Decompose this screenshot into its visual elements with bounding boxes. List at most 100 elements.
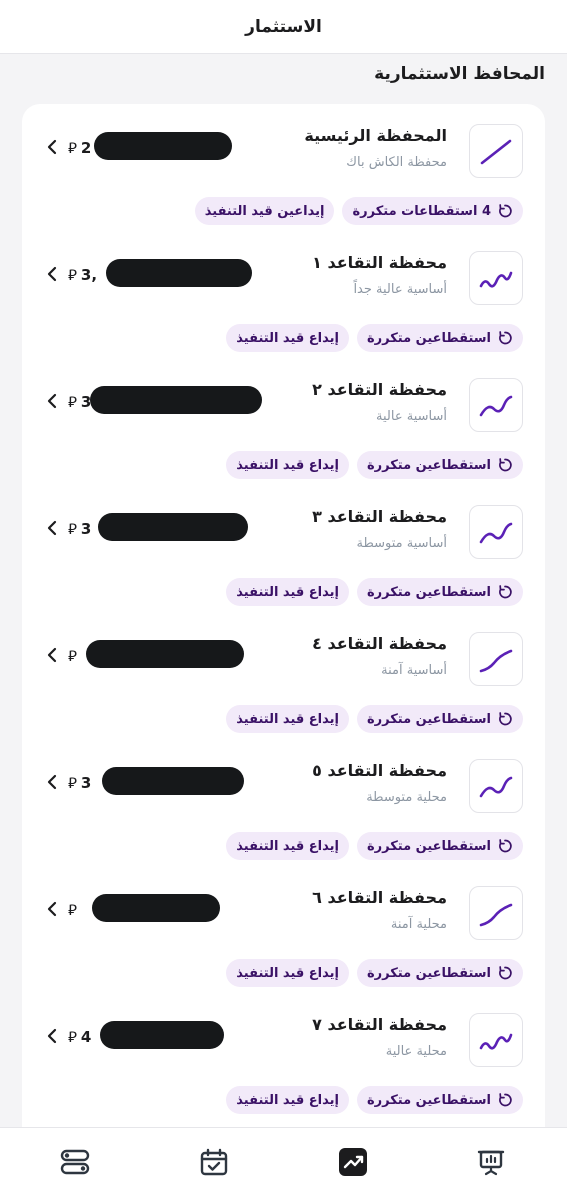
pending-deposit-chip[interactable]: إيداع قيد التنفيذ [226,959,349,987]
amount-prefix: 3 [80,520,92,538]
portfolio-subtitle: أساسية عالية جداً [353,282,447,297]
repeat-icon [499,331,512,345]
pending-deposit-label: إيداع قيد التنفيذ [236,330,339,346]
portfolio-thumbnail [469,378,523,432]
pending-deposit-chip[interactable]: إيداع قيد التنفيذ [226,451,349,479]
portfolio-amount: ⃁ 3, [68,266,97,285]
recurring-deductions-label: استقطاعين متكررة [366,1092,491,1108]
recurring-deductions-label: استقطاعين متكررة [366,457,491,473]
portfolio-thumbnail [469,632,523,686]
portfolio-thumbnail [469,251,523,305]
currency-symbol: ⃁ [68,647,77,665]
recurring-deductions-chip[interactable]: استقطاعين متكررة [356,451,523,479]
portfolio-subtitle: محلية عالية [385,1044,447,1059]
portfolio-row[interactable]: محفظة التقاعد ٢ أساسية عالية ⃁ 3 استقطاعين م… [22,358,545,485]
tab-investment[interactable] [336,1145,370,1179]
zigzag-chart-icon [479,1033,513,1050]
amount-prefix: 4 [80,1028,92,1046]
portfolio-thumbnail [469,886,523,940]
zigzag-chart-icon [479,271,513,288]
section-title: المحافظ الاستثمارية [374,64,545,84]
recurring-deductions-label: استقطاعين متكررة [366,711,491,727]
portfolio-row[interactable]: محفظة التقاعد ١ أساسية عالية جداً ⃁ 3, استقط… [22,231,545,358]
amount-prefix: 3, [80,266,98,284]
pending-deposit-label: إيداع قيد التنفيذ [236,1092,339,1108]
toggles-icon [60,1149,90,1175]
recurring-deductions-chip[interactable]: استقطاعين متكررة [356,578,523,606]
trending-chart-icon [339,1148,367,1176]
redacted-amount [98,513,248,541]
portfolio-subtitle: محلية متوسطة [366,790,447,805]
chevron-left-icon [47,266,57,282]
portfolio-amount: ⃁ [68,901,81,920]
pending-deposit-chip[interactable]: إيداع قيد التنفيذ [226,705,349,733]
currency-symbol: ⃁ [68,266,77,284]
portfolio-row[interactable]: محفظة التقاعد ٧ محلية عالية ⃁ 4 استقطاعين مت… [22,993,545,1120]
pending-deposit-label: إيداعين قيد التنفيذ [204,203,325,219]
tab-presentation[interactable] [474,1145,508,1179]
portfolio-amount: ⃁ 3 [68,393,91,412]
currency-symbol: ⃁ [68,139,77,157]
portfolio-subtitle: أساسية متوسطة [356,536,447,551]
pending-deposit-chip[interactable]: إيداع قيد التنفيذ [226,832,349,860]
straight-line-chart-icon [480,139,512,165]
portfolio-subtitle: محفظة الكاش باك [346,155,447,170]
portfolio-thumbnail [469,124,523,178]
pending-deposit-chip[interactable]: إيداع قيد التنفيذ [226,1086,349,1114]
portfolio-row[interactable]: محفظة التقاعد ٦ محلية آمنة ⃁ استقطاعين متكر… [22,866,545,993]
redacted-amount [92,894,220,922]
portfolio-row[interactable]: محفظة التقاعد ٤ أساسية آمنة ⃁ استقطاعين متك… [22,612,545,739]
currency-symbol: ⃁ [68,1028,77,1046]
portfolio-name: محفظة التقاعد ٧ [312,1015,447,1034]
portfolio-row[interactable]: محفظة التقاعد ٥ محلية متوسطة ⃁ 3 استقطاعين م… [22,739,545,866]
pending-deposit-chip[interactable]: إيداعين قيد التنفيذ [194,197,335,225]
portfolio-thumbnail [469,1013,523,1067]
portfolio-thumbnail [469,759,523,813]
portfolio-chips: 4 استقطاعات متكررة إيداعين قيد التنفيذ [194,197,523,225]
tab-settings[interactable] [58,1145,92,1179]
chevron-left-icon [47,393,57,409]
wave-chart-icon [479,395,513,417]
portfolio-subtitle: أساسية آمنة [381,663,447,678]
repeat-icon [499,712,512,726]
portfolios-card: المحفظة الرئيسية محفظة الكاش باك ⃁ 2 4 استقط… [22,104,545,1184]
tab-calendar[interactable] [197,1145,231,1179]
redacted-amount [86,640,244,668]
pending-deposit-chip[interactable]: إيداع قيد التنفيذ [226,324,349,352]
currency-symbol: ⃁ [68,520,77,538]
page-title: الاستثمار [245,16,322,37]
portfolio-subtitle: محلية آمنة [390,917,447,932]
portfolio-chips: استقطاعين متكررة إيداع قيد التنفيذ [226,1086,523,1114]
repeat-icon [499,458,512,472]
recurring-deductions-chip[interactable]: استقطاعين متكررة [356,705,523,733]
amount-prefix: 2 [80,139,92,157]
recurring-deductions-chip[interactable]: 4 استقطاعات متكررة [342,197,523,225]
recurring-deductions-chip[interactable]: استقطاعين متكررة [356,959,523,987]
pending-deposit-label: إيداع قيد التنفيذ [236,457,339,473]
portfolio-row[interactable]: محفظة التقاعد ٣ أساسية متوسطة ⃁ 3 استقطاعين … [22,485,545,612]
redacted-amount [94,132,232,160]
pending-deposit-label: إيداع قيد التنفيذ [236,838,339,854]
recurring-deductions-chip[interactable]: استقطاعين متكررة [356,1086,523,1114]
recurring-deductions-chip[interactable]: استقطاعين متكررة [356,832,523,860]
wave-chart-icon [479,776,513,798]
portfolio-chips: استقطاعين متكررة إيداع قيد التنفيذ [226,705,523,733]
pending-deposit-chip[interactable]: إيداع قيد التنفيذ [226,578,349,606]
portfolio-amount: ⃁ 3 [68,774,91,793]
top-bar: الاستثمار [0,0,567,54]
chevron-left-icon [47,774,57,790]
currency-symbol: ⃁ [68,393,77,411]
repeat-icon [499,585,512,599]
recurring-deductions-chip[interactable]: استقطاعين متكررة [356,324,523,352]
recurring-deductions-label: استقطاعين متكررة [366,330,491,346]
currency-symbol: ⃁ [68,774,77,792]
portfolio-chips: استقطاعين متكررة إيداع قيد التنفيذ [226,578,523,606]
portfolio-amount: ⃁ [68,647,81,666]
repeat-icon [499,966,512,980]
portfolio-subtitle: أساسية عالية [376,409,447,424]
smooth-curve-chart-icon [479,903,513,927]
portfolio-name: محفظة التقاعد ٦ [312,888,447,907]
calendar-check-icon [200,1148,228,1176]
portfolio-row[interactable]: المحفظة الرئيسية محفظة الكاش باك ⃁ 2 4 استقط… [22,104,545,231]
currency-symbol: ⃁ [68,901,77,919]
